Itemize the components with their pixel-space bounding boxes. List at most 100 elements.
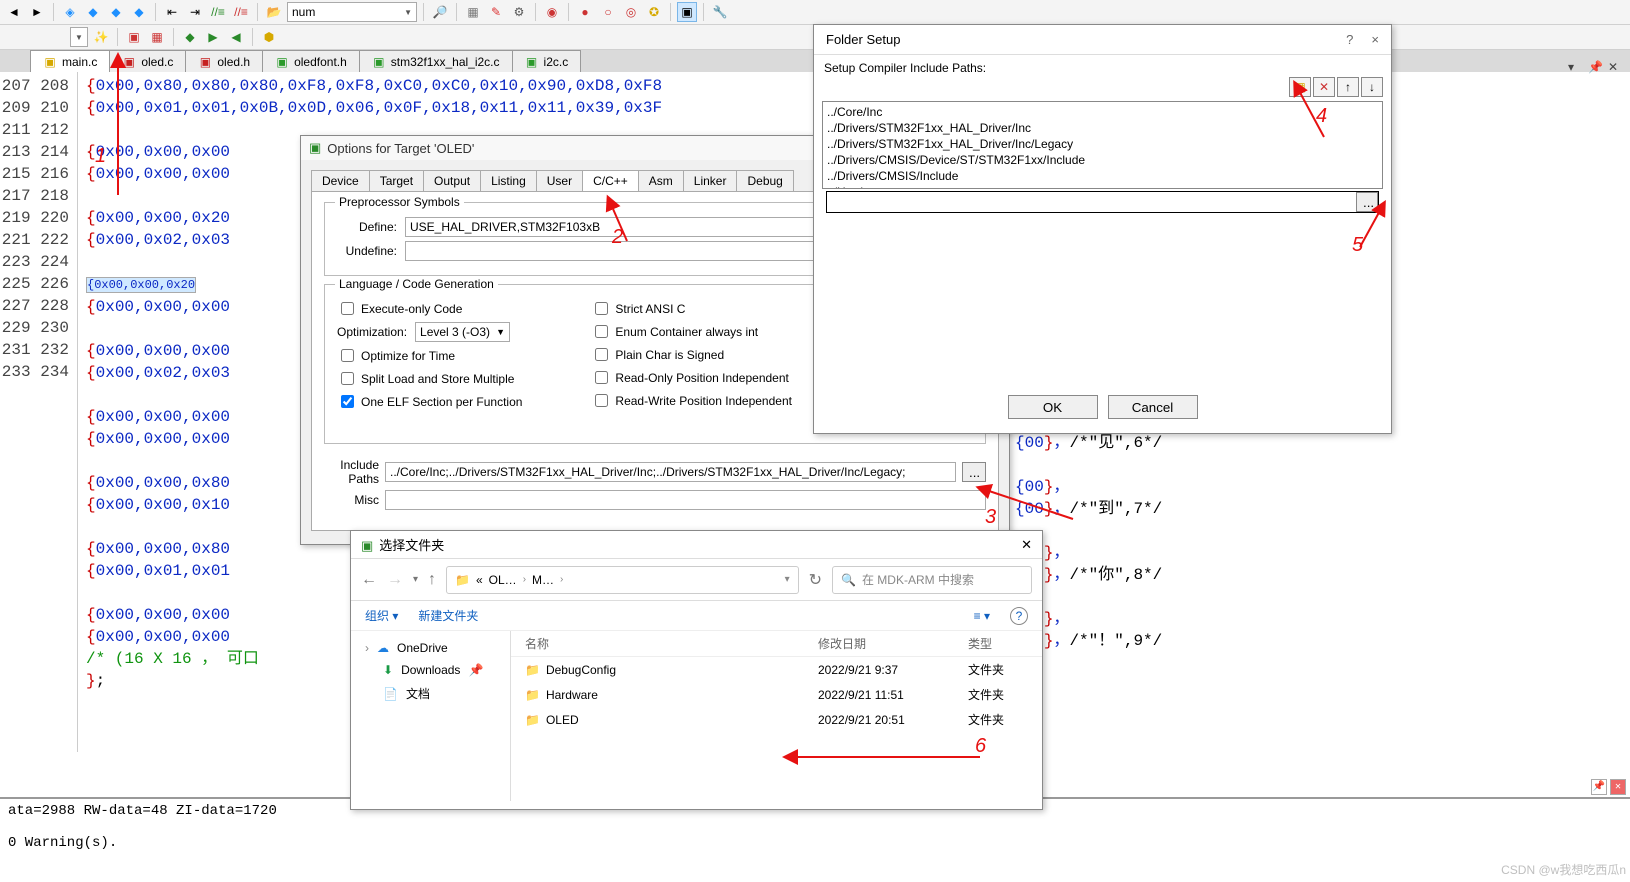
plain-char-checkbox[interactable] (595, 348, 608, 361)
marker2-icon[interactable]: ◆ (83, 2, 103, 22)
close2-icon[interactable]: ✕ (1610, 779, 1626, 795)
path-item[interactable]: ../Hardware (827, 184, 1378, 189)
include-paths-input[interactable] (385, 462, 956, 482)
close-button[interactable]: × (1371, 32, 1379, 47)
ro-pi-checkbox[interactable] (595, 371, 608, 384)
move-up-button[interactable]: ↑ (1337, 77, 1359, 97)
wand-icon[interactable]: ✨ (91, 27, 111, 47)
view-button[interactable]: ≡ ▾ (974, 609, 990, 623)
sidebar-item[interactable]: › ☁OneDrive (351, 637, 510, 659)
uncomment-icon[interactable]: //≡ (231, 2, 251, 22)
help-button[interactable]: ? (1010, 607, 1028, 625)
file-tab[interactable]: ▣main.c (30, 50, 110, 72)
folder-picker-dialog: ▣选择文件夹 ✕ ← → ▾ ↑ 📁 « OL… › M… › ▾ ↻ 🔍 在 … (350, 530, 1043, 810)
options-tab[interactable]: User (536, 170, 583, 191)
back-button[interactable]: ← (361, 571, 377, 589)
new-folder-button[interactable]: 新建文件夹 (418, 607, 478, 624)
options-tab[interactable]: Target (369, 170, 424, 191)
tools3-icon[interactable]: ⚙ (509, 2, 529, 22)
build-icon[interactable]: ▣ (124, 27, 144, 47)
marker4-icon[interactable]: ◆ (129, 2, 149, 22)
rec2-icon[interactable]: ○ (598, 2, 618, 22)
list-item[interactable]: 📁DebugConfig2022/9/21 9:37文件夹 (511, 657, 1042, 682)
execute-only-checkbox[interactable] (341, 302, 354, 315)
annotation-2: 2 (612, 226, 623, 249)
find-combo[interactable]: num ▼ (287, 2, 417, 22)
picker-list[interactable]: 名称 修改日期 类型 📁DebugConfig2022/9/21 9:37文件夹… (511, 631, 1042, 801)
options-tab[interactable]: C/C++ (582, 170, 639, 191)
rw-pi-checkbox[interactable] (595, 394, 608, 407)
path-edit-input[interactable] (827, 193, 1356, 211)
options-tab[interactable]: Output (423, 170, 481, 191)
move-down-button[interactable]: ↓ (1361, 77, 1383, 97)
elf-section-checkbox[interactable] (341, 395, 354, 408)
refresh-button[interactable]: ↻ (809, 570, 822, 590)
define-label: Define: (337, 220, 397, 234)
ok-button[interactable]: OK (1008, 395, 1098, 419)
up-button[interactable]: ↑ (428, 571, 436, 589)
misc-input[interactable] (385, 490, 986, 510)
split-load-checkbox[interactable] (341, 372, 354, 385)
find-icon[interactable]: 🔎 (430, 2, 450, 22)
indent-right-icon[interactable]: ⇥ (185, 2, 205, 22)
picker-sidebar[interactable]: › ☁OneDrive⬇Downloads 📌📄文档 (351, 631, 511, 801)
wrench-icon[interactable]: 🔧 (710, 2, 730, 22)
file-tab[interactable]: ▣oledfont.h (262, 50, 360, 72)
rebuild-icon[interactable]: ▦ (147, 27, 167, 47)
help-button[interactable]: ? (1346, 32, 1353, 47)
pack-icon[interactable]: ⬢ (259, 27, 279, 47)
breadcrumb[interactable]: 📁 « OL… › M… › ▾ (446, 566, 799, 594)
file-tab[interactable]: ▣oled.h (185, 50, 263, 72)
organize-button[interactable]: 组织 ▾ (365, 607, 398, 624)
annotation-3: 3 (985, 506, 996, 529)
strict-ansi-checkbox[interactable] (595, 302, 608, 315)
tools2-icon[interactable]: ✎ (486, 2, 506, 22)
list-item[interactable]: 📁OLED2022/9/21 20:51文件夹 (511, 707, 1042, 732)
watermark: CSDN @w我想吃西瓜n (1501, 861, 1626, 878)
sidebar-item[interactable]: ⬇Downloads 📌 (351, 659, 510, 681)
comment-icon[interactable]: //≡ (208, 2, 228, 22)
recent-button[interactable]: ▾ (413, 574, 418, 585)
back-icon[interactable]: ◄ (4, 2, 24, 22)
find-combo-value: num (292, 5, 315, 19)
options-tab[interactable]: Device (311, 170, 370, 191)
optimization-select[interactable]: Level 3 (-O3) ▼ (415, 322, 510, 342)
win-icon[interactable]: ▣ (677, 2, 697, 22)
marker3-icon[interactable]: ◆ (106, 2, 126, 22)
forward-button[interactable]: → (387, 571, 403, 589)
rec1-icon[interactable]: ● (575, 2, 595, 22)
download-icon[interactable]: ◆ (180, 27, 200, 47)
search-placeholder: 在 MDK-ARM 中搜索 (862, 571, 974, 588)
pin2-icon[interactable]: 📌 (1591, 779, 1607, 795)
options-tab[interactable]: Linker (683, 170, 738, 191)
options-tab[interactable]: Debug (736, 170, 793, 191)
file-tab[interactable]: ▣stm32f1xx_hal_i2c.c (359, 50, 513, 72)
close-button[interactable]: ✕ (1021, 537, 1032, 553)
search-box[interactable]: 🔍 在 MDK-ARM 中搜索 (832, 566, 1032, 594)
indent-left-icon[interactable]: ⇤ (162, 2, 182, 22)
sidebar-item[interactable]: 📄文档 (351, 681, 510, 706)
include-browse-button[interactable]: ... (962, 462, 986, 482)
open-icon[interactable]: 📂 (264, 2, 284, 22)
tools1-icon[interactable]: ▦ (463, 2, 483, 22)
include-paths-label: Include Paths (324, 458, 379, 486)
toolbar-main: ◄ ► ◈ ◆ ◆ ◆ ⇤ ⇥ //≡ //≡ 📂 num ▼ 🔎 ▦ ✎ ⚙ … (0, 0, 1630, 25)
path-item[interactable]: ../Drivers/CMSIS/Include (827, 168, 1378, 184)
optimize-time-checkbox[interactable] (341, 349, 354, 362)
options-tab[interactable]: Asm (638, 170, 684, 191)
g2-icon[interactable]: ▶ (203, 27, 223, 47)
col-date: 修改日期 (818, 635, 968, 652)
file-tab[interactable]: ▣i2c.c (512, 50, 582, 72)
cancel-button[interactable]: Cancel (1108, 395, 1198, 419)
g3-icon[interactable]: ◀ (226, 27, 246, 47)
debug-icon[interactable]: ◉ (542, 2, 562, 22)
marker-icon[interactable]: ◈ (60, 2, 80, 22)
path-item[interactable]: ../Drivers/CMSIS/Device/ST/STM32F1xx/Inc… (827, 152, 1378, 168)
rec3-icon[interactable]: ◎ (621, 2, 641, 22)
fwd-icon[interactable]: ► (27, 2, 47, 22)
list-item[interactable]: 📁Hardware2022/9/21 11:51文件夹 (511, 682, 1042, 707)
options-tab[interactable]: Listing (480, 170, 537, 191)
rec4-icon[interactable]: ✪ (644, 2, 664, 22)
folder-icon: 📁 (525, 713, 540, 727)
enum-container-checkbox[interactable] (595, 325, 608, 338)
